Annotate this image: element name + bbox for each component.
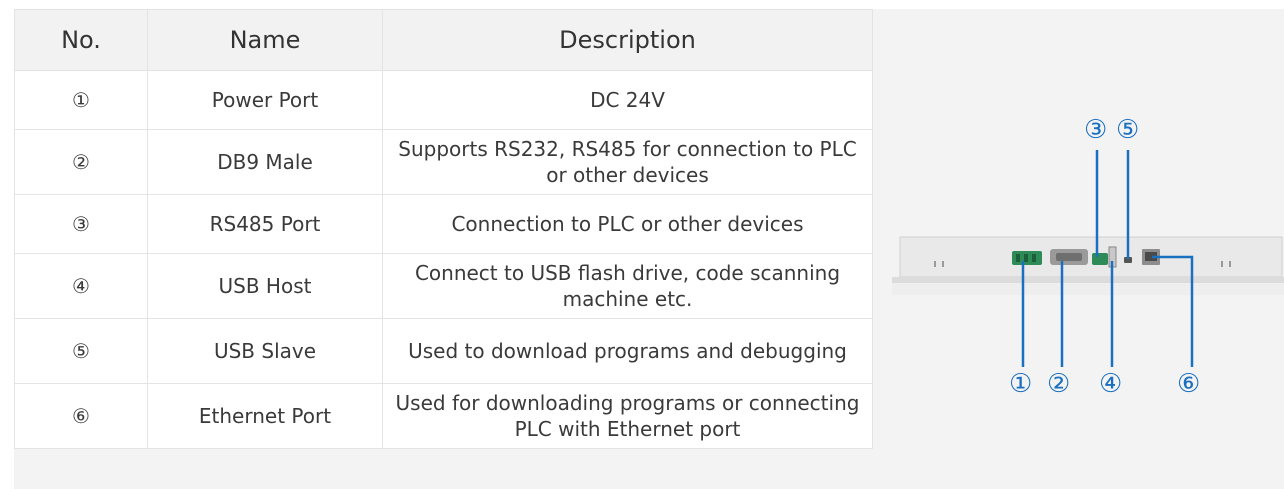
row-description: Connect to USB flash drive, code scannin… [382, 253, 873, 319]
row-description: Used for downloading programs or connect… [382, 383, 873, 449]
device-bottom-view [892, 150, 1284, 367]
device-body [899, 236, 1283, 278]
foot-mark [942, 261, 944, 267]
row-name: USB Host [147, 253, 383, 319]
row-description: DC 24V [382, 70, 873, 130]
row-number: ⑤ [14, 318, 148, 384]
device-front-edge [892, 283, 1284, 295]
row-number: ③ [14, 194, 148, 254]
header-no: No. [14, 9, 148, 71]
row-name: Ethernet Port [147, 383, 383, 449]
table-header-row: No. Name Description [14, 9, 873, 71]
table-row: ③ RS485 Port Connection to PLC or other … [14, 194, 873, 254]
device-bezel [892, 277, 1284, 283]
header-name: Name [147, 9, 383, 71]
row-description: Connection to PLC or other devices [382, 194, 873, 254]
foot-mark [1229, 261, 1231, 267]
port-table: No. Name Description ① Power Port DC 24V… [14, 9, 873, 449]
power-pin [1032, 254, 1036, 262]
table-row: ⑤ USB Slave Used to download programs an… [14, 318, 873, 384]
db9-socket [1056, 253, 1082, 261]
row-name: DB9 Male [147, 129, 383, 195]
foot-mark [934, 261, 936, 267]
power-pin [1024, 254, 1028, 262]
row-number: ④ [14, 253, 148, 319]
row-description: Supports RS232, RS485 for connection to … [382, 129, 873, 195]
callout-label-2: ② [1047, 369, 1071, 399]
callout-label-4: ④ [1099, 369, 1123, 399]
device-diagram: ③ ⑤ ① ② ④ ⑥ [872, 9, 1284, 485]
table-row: ④ USB Host Connect to USB flash drive, c… [14, 253, 873, 319]
row-name: Power Port [147, 70, 383, 130]
power-pin [1016, 254, 1020, 262]
foot-mark [1221, 261, 1223, 267]
row-number: ① [14, 70, 148, 130]
row-name: USB Slave [147, 318, 383, 384]
callout-label-1: ① [1009, 369, 1033, 399]
header-description: Description [382, 9, 873, 71]
row-name: RS485 Port [147, 194, 383, 254]
table-row: ② DB9 Male Supports RS232, RS485 for con… [14, 129, 873, 195]
callout-label-6: ⑥ [1177, 369, 1201, 399]
row-description: Used to download programs and debugging [382, 318, 873, 384]
table-row: ⑥ Ethernet Port Used for downloading pro… [14, 383, 873, 449]
rs485-port-icon [1092, 253, 1108, 265]
callout-label-3: ③ [1084, 115, 1108, 145]
table-row: ① Power Port DC 24V [14, 70, 873, 130]
callout-label-5: ⑤ [1116, 115, 1140, 145]
row-number: ② [14, 129, 148, 195]
row-number: ⑥ [14, 383, 148, 449]
